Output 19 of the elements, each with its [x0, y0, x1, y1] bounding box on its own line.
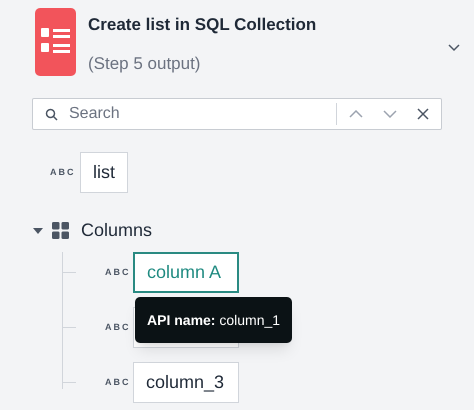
tooltip: API name: column_1: [135, 297, 292, 343]
type-tag: ABC: [105, 376, 133, 390]
step-subtitle: (Step 5 output): [88, 52, 202, 74]
search-icon: [45, 108, 58, 120]
close-icon[interactable]: [417, 108, 429, 120]
group-label: Columns: [81, 219, 152, 242]
grid-icon: [52, 222, 69, 239]
step-title: Create list in SQL Collection: [88, 14, 318, 36]
type-tag: ABC: [50, 166, 78, 180]
search-input[interactable]: Search: [69, 102, 336, 126]
caret-down-icon[interactable]: [33, 226, 43, 236]
field-chip[interactable]: list: [80, 152, 128, 193]
search-field[interactable]: Search: [32, 98, 442, 130]
chevron-down-icon[interactable]: [448, 44, 460, 52]
type-tag: ABC: [105, 320, 133, 334]
field-chip[interactable]: column_3: [133, 362, 239, 403]
field-chip[interactable]: column A: [133, 252, 239, 293]
type-tag: ABC: [105, 266, 133, 280]
list-icon: [35, 8, 76, 76]
